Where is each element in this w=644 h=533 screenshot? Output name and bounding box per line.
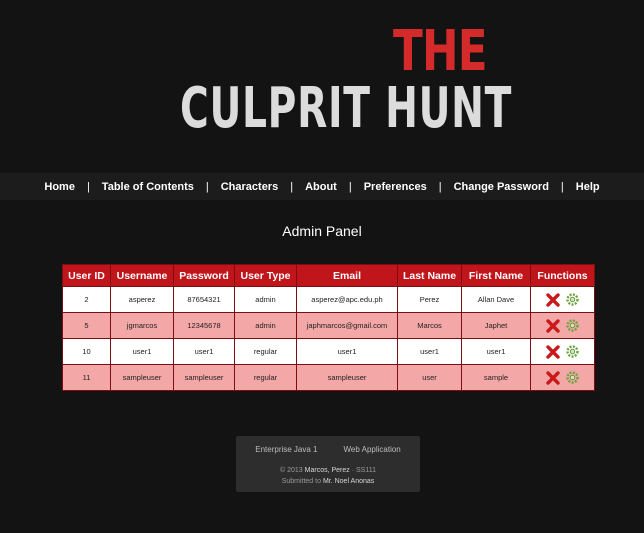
nav-change-password[interactable]: Change Password bbox=[454, 181, 549, 193]
logo-main-text: CULPRIT HUNT bbox=[180, 76, 513, 141]
users-table: User ID Username Password User Type Emai… bbox=[62, 264, 595, 391]
nav-home[interactable]: Home bbox=[44, 181, 75, 193]
nav-separator: | bbox=[348, 180, 352, 193]
submitted-teacher: Mr. Noel Anonas bbox=[322, 478, 375, 485]
cell-last-name: Marcos bbox=[397, 312, 462, 339]
header-username: Username bbox=[110, 264, 174, 287]
cell-email: user1 bbox=[296, 338, 398, 365]
gear-icon[interactable] bbox=[566, 371, 579, 384]
cell-first-name: user1 bbox=[461, 338, 531, 365]
cell-password: 12345678 bbox=[173, 312, 235, 339]
cell-user-type: admin bbox=[234, 312, 297, 339]
table-row: 10 user1 user1 regular user1 user1 user1 bbox=[62, 338, 595, 365]
logo-the-text: THE bbox=[393, 19, 488, 84]
cell-user-type: regular bbox=[234, 364, 297, 391]
table-header-row: User ID Username Password User Type Emai… bbox=[62, 264, 595, 287]
footer-links: Enterprise Java 1 Web Application bbox=[236, 445, 420, 454]
cell-functions bbox=[530, 312, 595, 339]
delete-x-icon[interactable] bbox=[546, 370, 560, 385]
nav-table-of-contents[interactable]: Table of Contents bbox=[102, 181, 194, 193]
table-row: 5 jgmarcos 12345678 admin japhmarcos@gma… bbox=[62, 312, 595, 339]
nav-help[interactable]: Help bbox=[576, 181, 600, 193]
cell-email: asperez@apc.edu.ph bbox=[296, 286, 398, 313]
delete-x-icon[interactable] bbox=[546, 292, 560, 307]
table-row: 11 sampleuser sampleuser regular sampleu… bbox=[62, 364, 595, 391]
header-user-id: User ID bbox=[62, 264, 111, 287]
page-title: Admin Panel bbox=[282, 223, 362, 239]
footer: Enterprise Java 1 Web Application © 2013 … bbox=[236, 436, 420, 492]
cell-first-name: sample bbox=[461, 364, 531, 391]
header-user-type: User Type bbox=[234, 264, 297, 287]
cell-first-name: Japhet bbox=[461, 312, 531, 339]
cell-username: user1 bbox=[110, 338, 174, 365]
cell-last-name: Perez bbox=[397, 286, 462, 313]
delete-x-icon[interactable] bbox=[546, 318, 560, 333]
nav-separator: | bbox=[438, 180, 442, 193]
header-email: Email bbox=[296, 264, 398, 287]
cell-user-type: admin bbox=[234, 286, 297, 313]
cell-functions bbox=[530, 364, 595, 391]
header-functions: Functions bbox=[530, 264, 595, 287]
copyright-authors: Marcos, Perez bbox=[304, 467, 350, 474]
cell-email: sampleuser bbox=[296, 364, 398, 391]
cell-email: japhmarcos@gmail.com bbox=[296, 312, 398, 339]
nav-separator: | bbox=[86, 180, 90, 193]
cell-username: sampleuser bbox=[110, 364, 174, 391]
nav-characters[interactable]: Characters bbox=[221, 181, 278, 193]
header-first-name: First Name bbox=[461, 264, 531, 287]
copyright-prefix: © 2013 bbox=[280, 467, 305, 474]
footer-link-enterprise-java[interactable]: Enterprise Java 1 bbox=[255, 445, 317, 454]
submitted-prefix: Submitted to bbox=[281, 478, 323, 485]
cell-first-name: Allan Dave bbox=[461, 286, 531, 313]
cell-password: 87654321 bbox=[173, 286, 235, 313]
nav-preferences[interactable]: Preferences bbox=[364, 181, 427, 193]
nav-separator: | bbox=[205, 180, 209, 193]
cell-password: user1 bbox=[173, 338, 235, 365]
header-last-name: Last Name bbox=[397, 264, 462, 287]
gear-icon[interactable] bbox=[566, 345, 579, 358]
copyright-section: · SS111 bbox=[349, 467, 376, 474]
cell-functions bbox=[530, 338, 595, 365]
footer-link-web-application[interactable]: Web Application bbox=[344, 445, 401, 454]
header-password: Password bbox=[173, 264, 235, 287]
gear-icon[interactable] bbox=[566, 293, 579, 306]
cell-last-name: user1 bbox=[397, 338, 462, 365]
cell-user-type: regular bbox=[234, 338, 297, 365]
cell-username: asperez bbox=[110, 286, 174, 313]
table-row: 2 asperez 87654321 admin asperez@apc.edu… bbox=[62, 286, 595, 313]
cell-user-id: 2 bbox=[62, 286, 111, 313]
nav-separator: | bbox=[560, 180, 564, 193]
delete-x-icon[interactable] bbox=[546, 344, 560, 359]
cell-user-id: 5 bbox=[62, 312, 111, 339]
cell-last-name: user bbox=[397, 364, 462, 391]
cell-username: jgmarcos bbox=[110, 312, 174, 339]
gear-icon[interactable] bbox=[566, 319, 579, 332]
nav-about[interactable]: About bbox=[305, 181, 337, 193]
cell-password: sampleuser bbox=[173, 364, 235, 391]
cell-user-id: 10 bbox=[62, 338, 111, 365]
nav-separator: | bbox=[290, 180, 294, 193]
footer-copyright: © 2013 Marcos, Perez · SS111 Submitted t… bbox=[236, 465, 420, 487]
cell-functions bbox=[530, 286, 595, 313]
main-nav: Home | Table of Contents | Characters | … bbox=[0, 173, 644, 200]
cell-user-id: 11 bbox=[62, 364, 111, 391]
site-logo: THE CULPRIT HUNT bbox=[0, 0, 644, 172]
